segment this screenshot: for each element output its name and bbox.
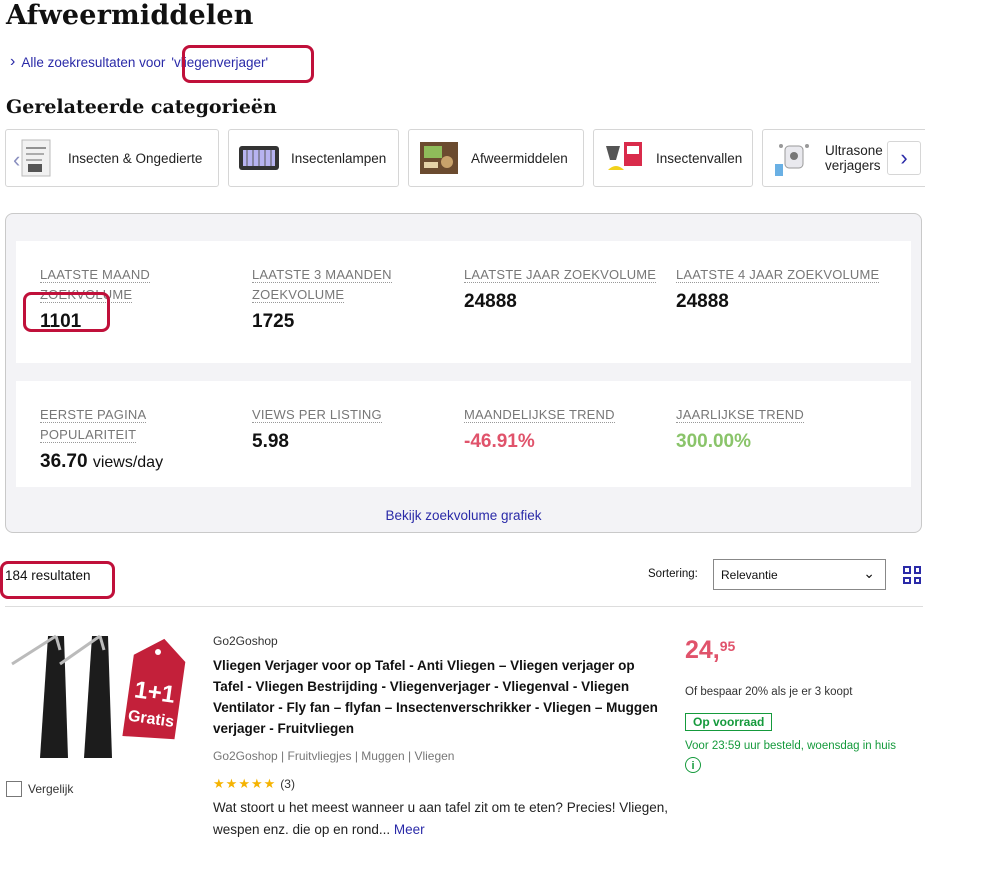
all-results-prefix: Alle zoekresultaten voor bbox=[21, 54, 166, 70]
price-main: 24, bbox=[685, 636, 720, 664]
metric-value: 24888 bbox=[464, 291, 517, 312]
category-thumbnail bbox=[21, 139, 51, 177]
metric-label[interactable]: LAATSTE 3 MAANDEN ZOEKVOLUME bbox=[252, 267, 392, 303]
price-cents: 95 bbox=[719, 638, 736, 654]
product-rating: ★ ★ ★ ★ ★ (3) bbox=[213, 776, 295, 792]
metric-label[interactable]: LAATSTE JAAR ZOEKVOLUME bbox=[464, 267, 657, 283]
rating-count: (3) bbox=[280, 777, 295, 791]
star-icon: ★ bbox=[250, 776, 264, 791]
metric-label[interactable]: LAATSTE 4 JAAR ZOEKVOLUME bbox=[676, 267, 880, 283]
category-thumbnail bbox=[775, 144, 809, 176]
highlight-last-month-value bbox=[23, 292, 110, 332]
metric-last-4-years: LAATSTE 4 JAAR ZOEKVOLUME 24888 bbox=[676, 265, 896, 313]
page-title: Afweermiddelen bbox=[6, 0, 254, 31]
promo-tag-line1: 1+1 bbox=[133, 676, 177, 708]
category-label: Afweermiddelen bbox=[471, 150, 568, 166]
metric-monthly-trend: MAANDELIJKSE TREND -46.91% bbox=[464, 405, 664, 453]
product-image[interactable]: 1+1 Gratis bbox=[8, 628, 198, 763]
view-volume-graph-link[interactable]: Bekijk zoekvolume grafiek bbox=[6, 508, 921, 523]
metric-value: -46.91% bbox=[464, 431, 535, 452]
product-seller[interactable]: Go2Goshop bbox=[213, 634, 278, 648]
product-title[interactable]: Vliegen Verjager voor op Tafel - Anti Vl… bbox=[213, 655, 663, 739]
category-card-insectenlampen[interactable]: Insectenlampen bbox=[228, 129, 399, 187]
more-link[interactable]: Meer bbox=[394, 822, 425, 837]
metric-value: 24888 bbox=[676, 291, 729, 312]
category-label: Insecten & Ongedierte bbox=[68, 150, 203, 166]
metric-last-3-months: LAATSTE 3 MAANDEN ZOEKVOLUME 1725 bbox=[252, 265, 412, 333]
sort-select[interactable]: Relevantie ⌄ bbox=[713, 559, 886, 590]
category-thumbnail bbox=[606, 142, 642, 170]
checkbox-icon bbox=[6, 781, 22, 797]
metric-views-per-listing: VIEWS PER LISTING 5.98 bbox=[252, 405, 452, 453]
carousel-prev-icon[interactable]: ‹ bbox=[13, 147, 20, 173]
category-label: Insectenvallen bbox=[656, 150, 743, 166]
category-thumbnail bbox=[239, 146, 279, 170]
stats-row-popularity: EERSTE PAGINA POPULARITEIT 36.70 views/d… bbox=[16, 381, 911, 487]
bundle-discount: Of bespaar 20% als je er 3 koopt bbox=[685, 686, 853, 698]
carousel-next-button[interactable]: › bbox=[887, 141, 921, 175]
star-icon: ★ bbox=[238, 776, 251, 791]
stock-badge: Op voorraad bbox=[685, 713, 773, 731]
description-text: Wat stoort u het meest wanneer u aan taf… bbox=[213, 800, 668, 837]
metric-label[interactable]: EERSTE PAGINA POPULARITEIT bbox=[40, 407, 147, 443]
sort-label: Sortering: bbox=[648, 568, 698, 580]
chevron-right-icon: › bbox=[10, 53, 16, 70]
sort-value: Relevantie bbox=[721, 567, 778, 582]
divider bbox=[5, 606, 923, 607]
product-description: Wat stoort u het meest wanneer u aan taf… bbox=[213, 797, 673, 841]
category-carousel: Insecten & Ongedierte Insectenlampen Afw… bbox=[5, 129, 925, 189]
category-card-insecten[interactable]: Insecten & Ongedierte bbox=[5, 129, 219, 187]
chevron-right-icon: › bbox=[900, 145, 908, 170]
category-card-afweermiddelen[interactable]: Afweermiddelen bbox=[408, 129, 584, 187]
delivery-info: Voor 23:59 uur besteld, woensdag in huis bbox=[685, 740, 896, 752]
compare-checkbox[interactable]: Vergelijk bbox=[6, 781, 73, 797]
category-label: Insectenlampen bbox=[291, 150, 387, 166]
metric-label[interactable]: VIEWS PER LISTING bbox=[252, 407, 382, 423]
category-thumbnail bbox=[420, 142, 458, 174]
compare-label: Vergelijk bbox=[28, 782, 74, 796]
metric-last-year: LAATSTE JAAR ZOEKVOLUME 24888 bbox=[464, 265, 664, 313]
stats-row-volume: LAATSTE MAAND ZOEKVOLUME 1101 LAATSTE 3 … bbox=[16, 241, 911, 363]
star-icon: ★ bbox=[225, 776, 239, 791]
product-price: 24,95 bbox=[685, 636, 735, 665]
highlight-results-count bbox=[0, 561, 115, 599]
info-icon[interactable]: i bbox=[685, 757, 701, 773]
chevron-down-icon: ⌄ bbox=[863, 565, 875, 581]
metric-value: 5.98 bbox=[252, 431, 289, 452]
search-stats-panel: LAATSTE MAAND ZOEKVOLUME 1101 LAATSTE 3 … bbox=[5, 213, 922, 533]
metric-value: 36.70 bbox=[40, 451, 88, 472]
grid-view-icon[interactable] bbox=[903, 566, 921, 584]
metric-value: 1725 bbox=[252, 311, 295, 332]
metric-label[interactable]: JAARLIJKSE TREND bbox=[676, 407, 804, 423]
related-categories-heading: Gerelateerde categorieën bbox=[6, 96, 277, 118]
star-half-icon: ★ bbox=[263, 776, 277, 791]
metric-yearly-trend: JAARLIJKSE TREND 300.00% bbox=[676, 405, 876, 453]
metric-first-page-popularity: EERSTE PAGINA POPULARITEIT 36.70 views/d… bbox=[40, 405, 240, 473]
metric-value: 300.00% bbox=[676, 431, 752, 452]
star-icon: ★ bbox=[213, 776, 226, 791]
highlight-query bbox=[182, 45, 314, 83]
product-categories: Go2Goshop | Fruitvliegjes | Muggen | Vli… bbox=[213, 749, 455, 763]
category-card-insectenvallen[interactable]: Insectenvallen bbox=[593, 129, 753, 187]
metric-unit: views/day bbox=[92, 454, 164, 471]
metric-label[interactable]: MAANDELIJKSE TREND bbox=[464, 407, 615, 423]
